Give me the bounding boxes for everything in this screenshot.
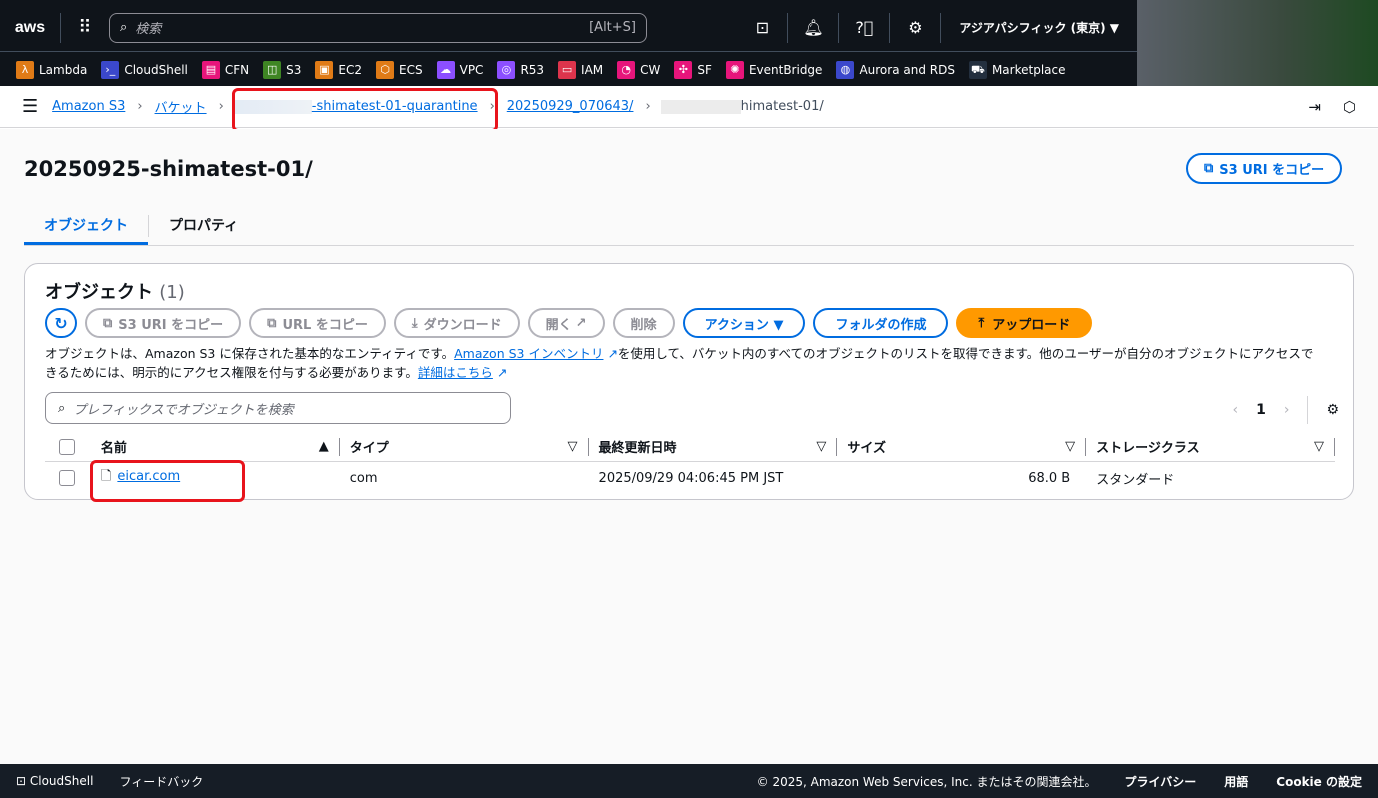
breadcrumb-current: himatest-01/ (660, 99, 824, 114)
panel-icon[interactable]: ⇥ (1308, 98, 1321, 116)
eventbridge-icon: ✺ (725, 60, 744, 79)
copy-url-button[interactable]: ⧉ URL をコピー (249, 308, 386, 338)
favorite-iam[interactable]: ▭ IAM (558, 60, 603, 79)
feedback-hex-icon[interactable]: ⬡ (1343, 98, 1356, 116)
tab-objects[interactable]: オブジェクト (24, 205, 148, 245)
select-all-checkbox[interactable] (59, 438, 75, 455)
breadcrumb: ☰ Amazon S3 › バケット › -shimatest-01-quarant… (0, 86, 1378, 128)
preferences-gear-icon[interactable]: ⚙ (1326, 402, 1339, 418)
table-header: 名前 ▲ タイプ ▽ 最終更新日時 ▽ サイズ ▽ ストレージクラス ▽ (45, 432, 1335, 462)
actions-button[interactable]: アクション ▼ (682, 308, 806, 338)
favorite-eventbridge[interactable]: ✺ EventBridge (725, 60, 822, 79)
favorite-cw[interactable]: ◔ CW (617, 60, 660, 79)
delete-button[interactable]: 削除 (612, 308, 675, 338)
col-size[interactable]: サイズ ▽ (837, 437, 1087, 456)
menu-icon[interactable]: ☰ (22, 96, 38, 117)
terms-link[interactable]: 用語 (1224, 773, 1248, 790)
copy-s3-uri-button[interactable]: ⧉ S3 URI をコピー (85, 308, 242, 338)
object-search-input[interactable]: ⌕ プレフィックスでオブジェクトを検索 (45, 392, 511, 424)
copy-s3-uri-header-button[interactable]: ⧉ S3 URI をコピー (1186, 153, 1343, 184)
breadcrumb-s3[interactable]: Amazon S3 (52, 99, 125, 114)
objects-heading: オブジェクト (1) (45, 282, 185, 303)
favorite-vpc[interactable]: ☁ VPC (436, 60, 483, 79)
highlight-box (232, 88, 498, 132)
bell-icon[interactable]: 🔔︎ (788, 18, 838, 37)
col-type[interactable]: タイプ ▽ (340, 437, 589, 456)
tab-properties[interactable]: プロパティ (149, 205, 258, 245)
gear-icon[interactable]: ⚙ (890, 18, 940, 37)
favorite-s3[interactable]: ◫ S3 (263, 60, 301, 79)
ecs-icon: ⬡ (376, 60, 395, 79)
favorite-cfn[interactable]: ▤ CFN (201, 60, 249, 79)
highlight-box (90, 460, 245, 502)
page-title: 20250925-shimatest-01/ (24, 157, 313, 181)
pagination: ‹ 1 › ⚙ (1232, 396, 1339, 424)
favorite-marketplace[interactable]: ⛟ Marketplace (968, 60, 1066, 79)
create-folder-button[interactable]: フォルダの作成 (813, 308, 949, 338)
search-icon: ⌕ (58, 400, 66, 416)
s3-icon: ◫ (263, 60, 282, 79)
cloudshell-icon: ›_ (101, 60, 120, 79)
breadcrumb-buckets[interactable]: バケット (155, 97, 207, 116)
learn-more-link[interactable]: 詳細はこちら (418, 365, 493, 380)
favorites-bar: λ Lambda ›_ CloudShell ▤ CFN ◫ S3 ▣ EC2 ⬡ ECS ☁ VPC ◎ R… (0, 53, 1378, 86)
aws-logo[interactable]: aws (0, 19, 60, 37)
favorite-aurora-and-rds[interactable]: ◍ Aurora and RDS (836, 60, 955, 79)
favorite-ec2[interactable]: ▣ EC2 (315, 60, 362, 79)
col-storage-class[interactable]: ストレージクラス ▽ (1086, 437, 1335, 456)
col-modified[interactable]: 最終更新日時 ▽ (589, 437, 838, 456)
privacy-link[interactable]: プライバシー (1125, 773, 1197, 790)
help-icon[interactable]: ?⃝ (839, 18, 889, 37)
cloudshell-footer-button[interactable]: ⊡ CloudShell (16, 774, 93, 788)
marketplace-icon: ⛟ (968, 60, 987, 79)
r53-icon: ◎ (497, 60, 516, 79)
inventory-link[interactable]: Amazon S3 インベントリ (454, 346, 603, 361)
favorite-lambda[interactable]: λ Lambda (16, 60, 87, 79)
favorite-r53[interactable]: ◎ R53 (497, 60, 544, 79)
favorite-sf[interactable]: ✣ SF (674, 60, 712, 79)
row-checkbox[interactable] (59, 470, 75, 486)
top-nav: aws ⠿ ⌕ 検索 [Alt+S] ⊡ 🔔︎ ?⃝ ⚙ アジアパシフィック (東京… (0, 0, 1378, 86)
open-button[interactable]: 開く ↗ (527, 308, 605, 338)
upload-button[interactable]: ⤒ アップロード (956, 308, 1093, 338)
objects-description: オブジェクトは、Amazon S3 に保存された基本的なエンティティです。Ama… (45, 346, 1314, 380)
cloudshell-icon[interactable]: ⊡ (737, 18, 787, 37)
page-number[interactable]: 1 (1256, 402, 1266, 418)
breadcrumb-folder[interactable]: 20250929_070643/ (507, 99, 634, 114)
cookie-link[interactable]: Cookie の設定 (1276, 773, 1362, 790)
footer: ⊡ CloudShell フィードバック © 2025, Amazon Web … (0, 764, 1378, 798)
region-selector[interactable]: アジアパシフィック (東京) ▼ (941, 19, 1137, 36)
aurora-and-rds-icon: ◍ (836, 60, 855, 79)
prev-page-icon[interactable]: ‹ (1232, 402, 1238, 418)
lambda-icon: λ (16, 60, 34, 79)
services-grid-icon[interactable]: ⠿ (61, 17, 109, 38)
col-name[interactable]: 名前 ▲ (91, 437, 340, 456)
vpc-icon: ☁ (436, 60, 455, 79)
sf-icon: ✣ (674, 60, 693, 79)
search-icon: ⌕ (120, 20, 128, 35)
feedback-link[interactable]: フィードバック (119, 773, 203, 790)
search-input[interactable]: ⌕ 検索 [Alt+S] (109, 12, 647, 43)
download-button[interactable]: ⤓ ダウンロード (393, 308, 520, 338)
refresh-button[interactable]: ↻ (45, 308, 77, 338)
cw-icon: ◔ (617, 60, 636, 79)
ec2-icon: ▣ (315, 60, 334, 79)
favorite-cloudshell[interactable]: ›_ CloudShell (101, 60, 188, 79)
next-page-icon[interactable]: › (1284, 402, 1290, 418)
cfn-icon: ▤ (201, 60, 220, 79)
favorite-ecs[interactable]: ⬡ ECS (376, 60, 423, 79)
iam-icon: ▭ (558, 60, 577, 79)
